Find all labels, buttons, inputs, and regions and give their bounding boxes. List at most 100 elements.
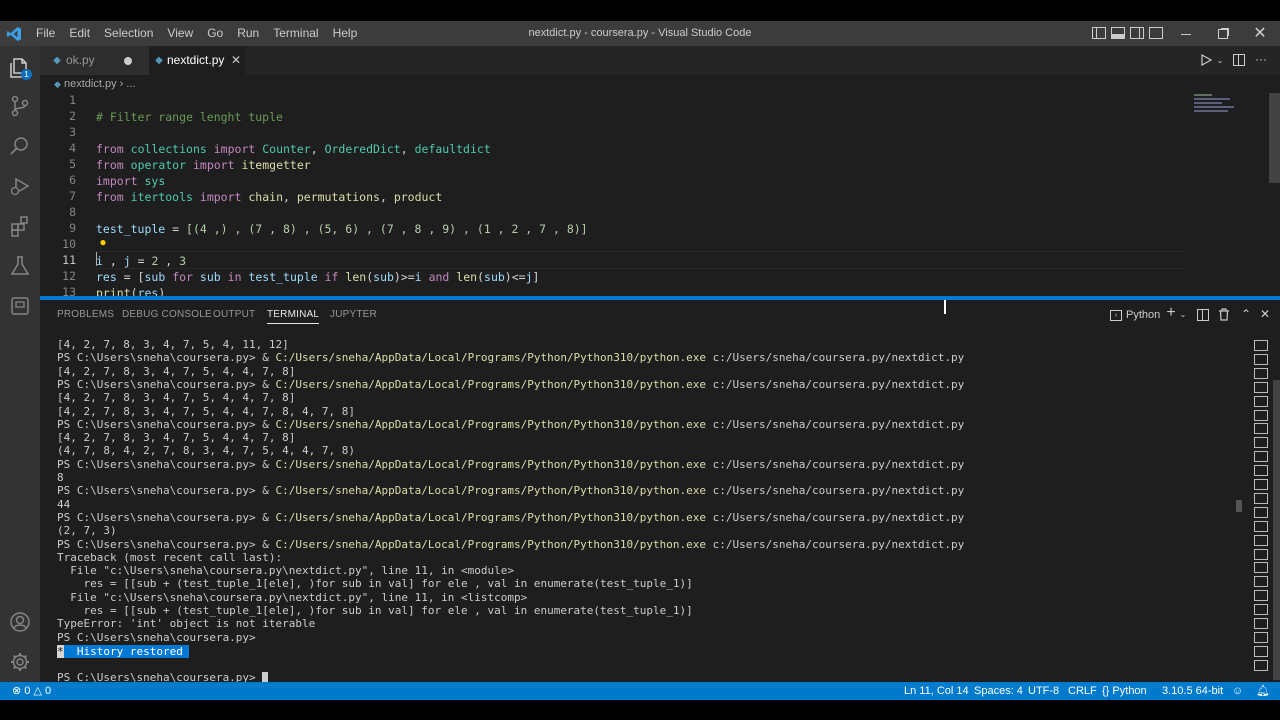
- toggle-panel-icon[interactable]: [1111, 27, 1125, 39]
- terminal-instance-icon[interactable]: [1254, 576, 1268, 588]
- editor-scrollbar[interactable]: [1269, 93, 1280, 183]
- terminal-instance-icon[interactable]: [1254, 395, 1268, 407]
- split-terminal-icon[interactable]: [1197, 309, 1209, 321]
- activity-bar: 1: [0, 46, 40, 682]
- terminal-scrollbar[interactable]: [1236, 500, 1242, 512]
- terminal-instance-icon[interactable]: [1254, 340, 1268, 351]
- language-mode[interactable]: {} Python: [1102, 682, 1147, 700]
- tab-output[interactable]: OUTPUT: [213, 309, 255, 320]
- code-editor[interactable]: ◆ nextdict.py › ... ● 1 2 3 4 5 6 7 8 9 10 11 12 13 …: [40, 75, 1280, 300]
- line-ending[interactable]: CRLF: [1068, 682, 1097, 700]
- terminal-instance-icon[interactable]: [1254, 367, 1268, 379]
- chevron-down-icon[interactable]: ⌄: [1178, 308, 1188, 320]
- terminal-instance-icon[interactable]: [1254, 409, 1268, 421]
- run-debug-icon[interactable]: [8, 174, 32, 198]
- menu-file[interactable]: File: [29, 21, 62, 46]
- terminal-instance-icon[interactable]: [1254, 562, 1268, 574]
- account-icon[interactable]: [8, 610, 32, 634]
- indentation[interactable]: Spaces: 4: [974, 682, 1023, 700]
- code-line-6: import sys: [96, 174, 166, 188]
- close-window-icon[interactable]: ✕: [1252, 25, 1268, 42]
- menu-bar: File Edit Selection View Go Run Terminal Help: [29, 21, 364, 46]
- source-control-icon[interactable]: [8, 94, 32, 118]
- lightbulb-icon[interactable]: ●: [97, 235, 109, 249]
- python-file-icon: ◆: [53, 54, 61, 66]
- terminal-instance-icon[interactable]: [1254, 645, 1268, 657]
- language-label: Python: [1112, 685, 1147, 697]
- terminal-instance-icon[interactable]: [1254, 479, 1268, 490]
- terminal-instance-icon[interactable]: [1254, 423, 1268, 435]
- feedback-icon[interactable]: ☺: [1232, 682, 1243, 700]
- tab-jupyter[interactable]: JUPYTER: [330, 309, 377, 320]
- split-editor-icon[interactable]: [1233, 54, 1245, 66]
- warning-icon: △: [33, 685, 42, 697]
- terminal-instance-icon[interactable]: [1254, 520, 1268, 532]
- terminal-instance-icon[interactable]: [1254, 381, 1268, 393]
- new-terminal-icon[interactable]: +: [1164, 304, 1178, 321]
- terminal-instance-icon[interactable]: [1254, 548, 1268, 560]
- terminal-list-scrollbar[interactable]: [1273, 380, 1280, 680]
- status-bar: ⊗ 0 △ 0 Ln 11, Col 14 Spaces: 4 UTF-8 CR…: [0, 682, 1280, 700]
- menu-help[interactable]: Help: [326, 21, 365, 46]
- terminal-instance-icon[interactable]: [1254, 506, 1268, 518]
- settings-gear-icon[interactable]: [8, 650, 32, 674]
- toggle-secondary-sidebar-icon[interactable]: [1130, 27, 1144, 39]
- terminal-instance-icon[interactable]: [1254, 534, 1268, 546]
- terminal-instance-icon[interactable]: [1254, 492, 1268, 504]
- python-interpreter[interactable]: 3.10.5 64-bit: [1162, 682, 1223, 700]
- terminal-instance-icon[interactable]: [1254, 465, 1268, 477]
- tab-problems[interactable]: PROBLEMS: [57, 309, 114, 320]
- terminal-instance-icon[interactable]: [1254, 631, 1268, 643]
- breadcrumb-file[interactable]: nextdict.py: [64, 78, 117, 90]
- tab-debug-console[interactable]: DEBUG CONSOLE: [122, 309, 212, 320]
- unsaved-dot-icon[interactable]: [124, 57, 132, 65]
- breadcrumb-more[interactable]: ...: [126, 78, 135, 90]
- close-panel-icon[interactable]: ✕: [1258, 307, 1272, 321]
- terminal-instance-icon[interactable]: [1254, 451, 1268, 463]
- run-python-file-icon[interactable]: [1200, 54, 1212, 66]
- terminal-instance-icon[interactable]: [1254, 604, 1268, 616]
- terminal-panel: PROBLEMS DEBUG CONSOLE OUTPUT TERMINAL J…: [40, 296, 1280, 684]
- remote-explorer-icon[interactable]: [8, 294, 32, 318]
- search-icon[interactable]: [8, 134, 32, 158]
- explorer-icon[interactable]: 1: [8, 56, 32, 80]
- minimize-icon[interactable]: [1178, 26, 1194, 42]
- encoding[interactable]: UTF-8: [1028, 682, 1059, 700]
- chevron-down-icon[interactable]: ⌄: [1215, 54, 1225, 66]
- terminal-instance-icon[interactable]: [1254, 437, 1268, 449]
- testing-flask-icon[interactable]: [8, 254, 32, 278]
- more-actions-icon[interactable]: ···: [1254, 52, 1268, 66]
- notifications-bell-icon[interactable]: 🔔︎: [1256, 682, 1270, 700]
- terminal-instance-icon[interactable]: [1254, 618, 1268, 629]
- terminal-instance-icon[interactable]: [1254, 659, 1268, 671]
- close-tab-icon[interactable]: ✕: [229, 53, 243, 67]
- terminal-shell-label[interactable]: Python: [1126, 309, 1160, 321]
- menu-go[interactable]: Go: [200, 21, 230, 46]
- code-line-11: i , j = 2 , 3: [96, 254, 187, 268]
- cursor-position[interactable]: Ln 11, Col 14: [904, 682, 969, 700]
- terminal-instance-icon[interactable]: [1254, 353, 1268, 365]
- menu-terminal[interactable]: Terminal: [266, 21, 325, 46]
- maximize-panel-icon[interactable]: ⌃: [1239, 307, 1253, 321]
- menu-view[interactable]: View: [160, 21, 200, 46]
- extensions-icon[interactable]: [8, 214, 32, 238]
- tab-label: nextdict.py: [167, 53, 225, 67]
- restore-icon[interactable]: [1215, 26, 1231, 42]
- line-number: 7: [69, 189, 76, 203]
- menu-selection[interactable]: Selection: [97, 21, 160, 46]
- tab-nextdict-py[interactable]: ◆ nextdict.py ✕: [149, 46, 246, 75]
- customize-layout-icon[interactable]: [1149, 27, 1163, 39]
- vscode-logo-icon: [6, 26, 22, 42]
- tab-ok-py[interactable]: ◆ ok.py: [40, 46, 149, 75]
- problems-status[interactable]: ⊗ 0 △ 0: [12, 682, 51, 700]
- minimap[interactable]: [1190, 90, 1260, 120]
- current-line-highlight: [96, 251, 1186, 269]
- toggle-sidebar-icon[interactable]: [1092, 27, 1106, 39]
- python-file-icon: ◆: [155, 54, 163, 66]
- menu-edit[interactable]: Edit: [62, 21, 97, 46]
- terminal-command-line: PS C:\Users\sneha\coursera.py> & C:/User…: [57, 417, 965, 431]
- tab-terminal[interactable]: TERMINAL: [267, 309, 320, 324]
- trash-icon[interactable]: [1217, 307, 1231, 321]
- terminal-instance-icon[interactable]: [1254, 590, 1268, 602]
- menu-run[interactable]: Run: [230, 21, 266, 46]
